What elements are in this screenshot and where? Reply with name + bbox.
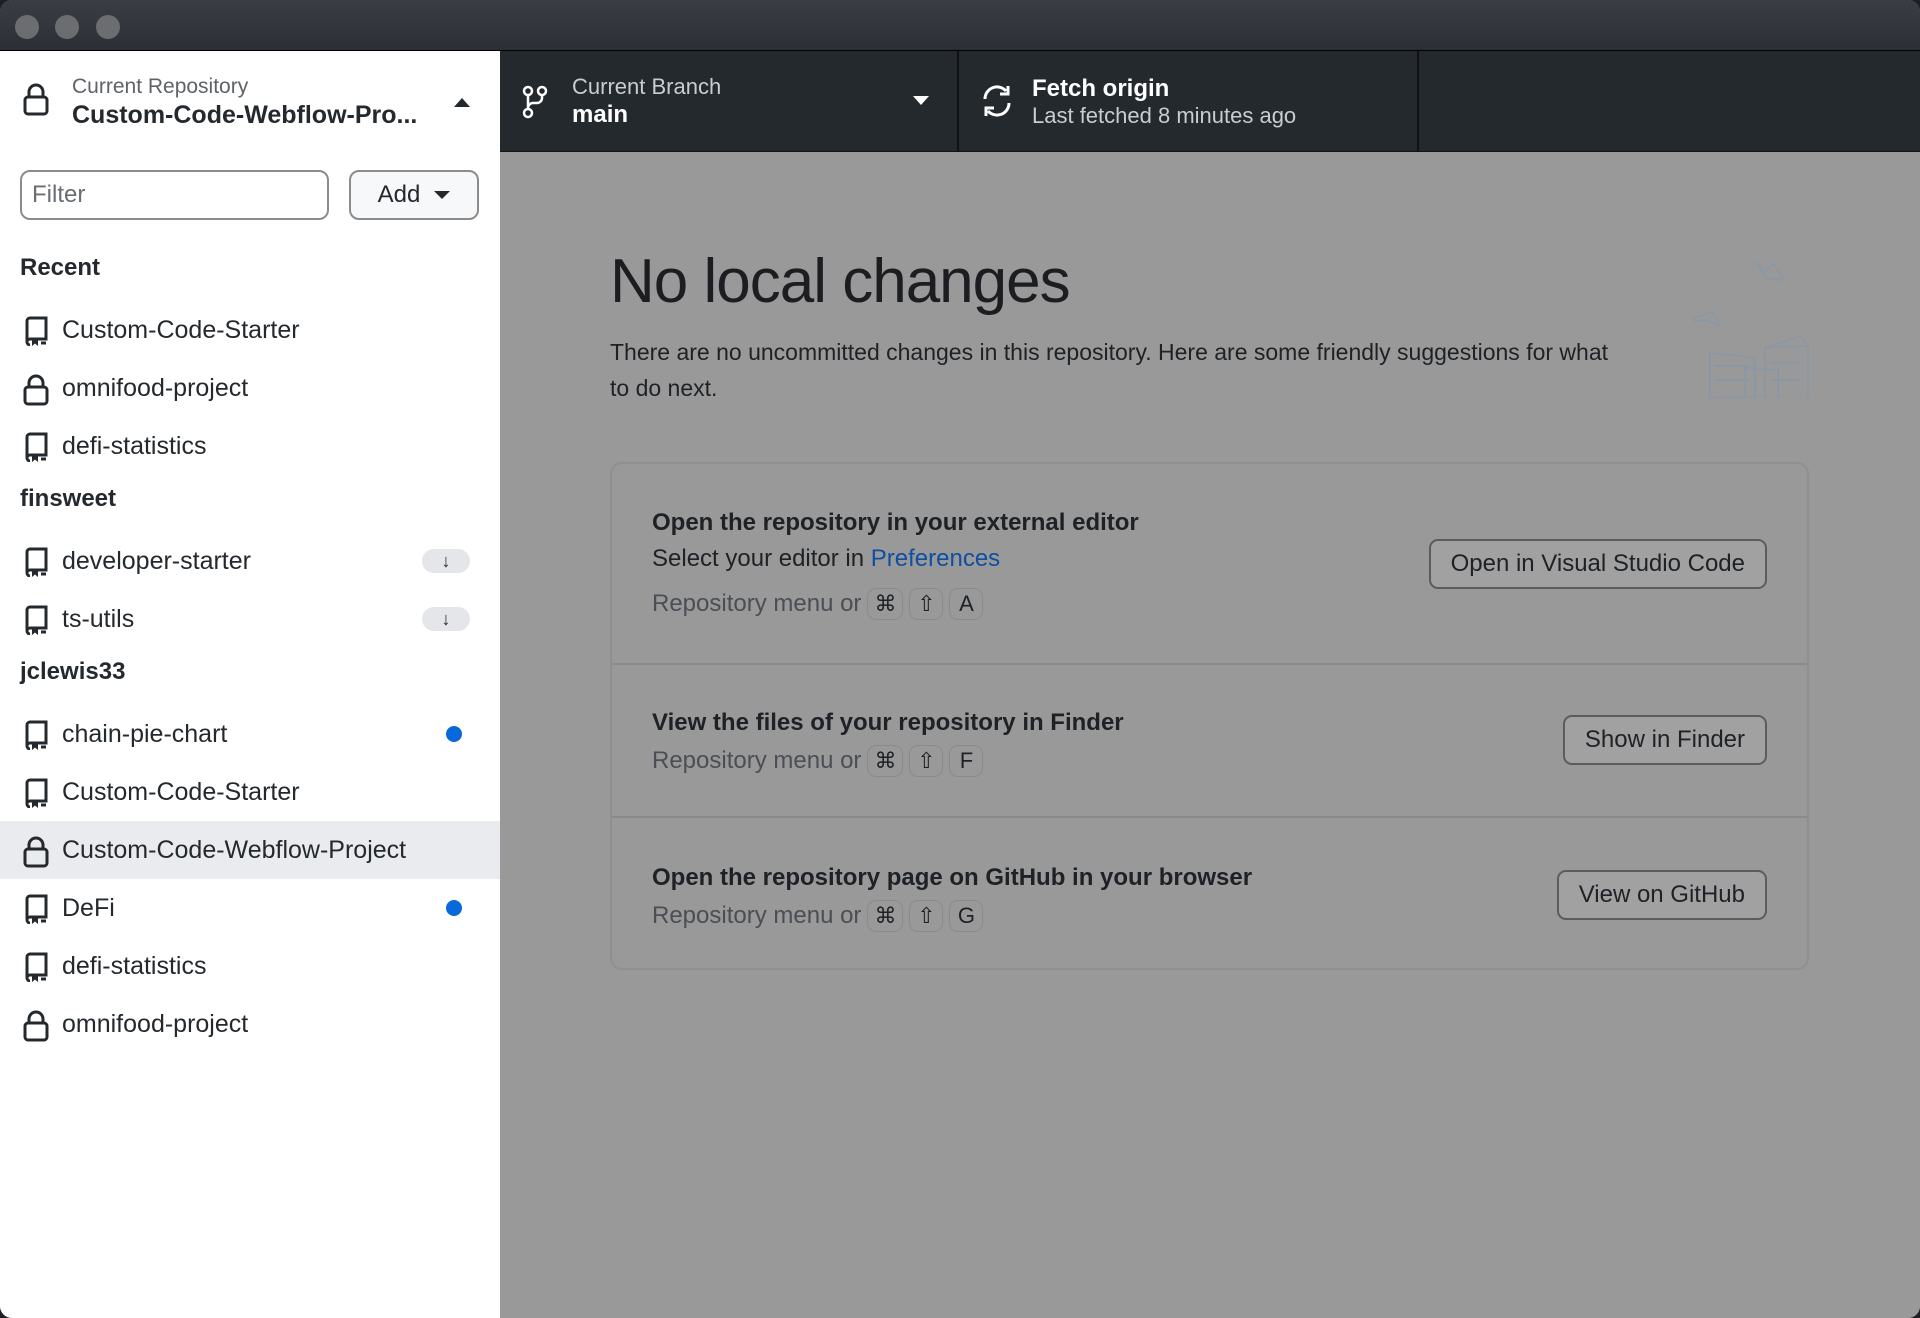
repository-list-item[interactable]: Custom-Code-Starter	[0, 763, 500, 821]
repository-name: defi-statistics	[62, 951, 207, 980]
open-in-editor-button[interactable]: Open in Visual Studio Code	[1428, 539, 1767, 589]
repo-icon	[22, 720, 50, 751]
changes-view: No local changes There are no uncommitte…	[500, 152, 1920, 1318]
repo-icon	[22, 952, 50, 983]
repository-name: developer-starter	[62, 546, 251, 575]
page-title: No local changes	[610, 247, 1071, 316]
fetch-origin-label: Fetch origin	[1032, 75, 1170, 102]
lock-icon	[22, 1010, 50, 1042]
repository-name: defi-statistics	[62, 431, 207, 460]
pull-available-badge: ↓	[422, 607, 470, 631]
lock-icon	[22, 374, 50, 406]
repository-name: Custom-Code-Starter	[62, 777, 300, 806]
lock-icon	[22, 836, 50, 868]
suggestion-subtitle: Select your editor in Preferences	[652, 545, 1000, 573]
preferences-link[interactable]: Preferences	[871, 545, 1000, 572]
minimize-window-button[interactable]	[55, 15, 79, 39]
lock-icon	[23, 83, 49, 116]
repo-icon	[22, 316, 50, 347]
repository-list-item[interactable]: Custom-Code-Webflow-Project	[0, 821, 500, 879]
caret-up-icon	[454, 98, 470, 107]
repository-list-item[interactable]: chain-pie-chart	[0, 705, 500, 763]
suggestion-show-in-finder: View the files of your repository in Fin…	[612, 665, 1807, 818]
repository-list-item[interactable]: ts-utils ↓	[0, 590, 500, 648]
repository-name: omnifood-project	[62, 1009, 249, 1038]
current-branch-label: Current Branch	[572, 74, 722, 99]
command-key: ⌘	[867, 588, 904, 620]
group-title: jclewis33	[20, 658, 126, 685]
last-fetched-text: Last fetched 8 minutes ago	[1032, 103, 1297, 128]
page-description: There are no uncommitted changes in this…	[610, 339, 1609, 401]
add-repository-button[interactable]: Add	[349, 170, 479, 220]
command-key: ⌘	[867, 745, 904, 777]
suggestions-card: Open the repository in your external edi…	[610, 462, 1809, 970]
repository-name: Custom-Code-Starter	[62, 315, 300, 344]
caret-down-icon	[913, 96, 929, 105]
shortcut-hint: Repository menu or ⌘ ⇧ F	[652, 745, 984, 777]
repo-icon	[22, 547, 50, 578]
repository-name: ts-utils	[62, 604, 135, 633]
git-branch-icon	[522, 85, 548, 119]
repository-list-item[interactable]: developer-starter ↓	[0, 532, 500, 590]
add-button-label: Add	[377, 181, 421, 208]
fetch-origin-button[interactable]: Fetch origin Last fetched 8 minutes ago	[960, 51, 1419, 151]
current-branch-button[interactable]: Current Branch main	[500, 51, 959, 151]
command-key: ⌘	[867, 900, 904, 932]
repo-icon	[22, 778, 50, 809]
repo-icon	[22, 894, 50, 925]
show-in-finder-button[interactable]: Show in Finder	[1562, 715, 1767, 765]
current-repository-label: Current Repository	[72, 75, 249, 98]
repository-name: DeFi	[62, 893, 115, 922]
filter-input[interactable]	[20, 170, 329, 220]
repository-name: omnifood-project	[62, 373, 249, 402]
shortcut-hint: Repository menu or ⌘ ⇧ A	[652, 588, 984, 620]
repository-list-item[interactable]: DeFi	[0, 879, 500, 937]
letter-key: F	[949, 745, 984, 777]
suggestion-subtitle-text: Select your editor in	[652, 545, 871, 572]
suggestion-title: Open the repository page on GitHub in yo…	[652, 864, 1253, 891]
current-repository-name: Custom-Code-Webflow-Pro...	[72, 101, 418, 129]
group-title: finsweet	[20, 485, 117, 512]
group-title: Recent	[20, 254, 101, 281]
app-window: Current Repository Custom-Code-Webflow-P…	[0, 0, 1920, 1318]
shift-key: ⇧	[909, 900, 944, 932]
toolbar: Current Branch main Fetch origin Last fe…	[500, 51, 1920, 152]
suggestion-title: View the files of your repository in Fin…	[652, 709, 1124, 736]
repository-name: Custom-Code-Webflow-Project	[62, 835, 407, 864]
shift-key: ⇧	[909, 588, 944, 620]
pull-available-badge: ↓	[422, 549, 470, 573]
repo-icon	[22, 432, 50, 463]
repository-list-item[interactable]: Custom-Code-Starter	[0, 301, 500, 359]
sync-icon	[983, 85, 1011, 117]
zoom-window-button[interactable]	[96, 15, 120, 39]
repository-name: chain-pie-chart	[62, 719, 228, 748]
repository-list-item[interactable]: omnifood-project	[0, 995, 500, 1053]
shortcut-hint-text: Repository menu or	[652, 747, 862, 774]
letter-key: G	[949, 900, 984, 932]
shortcut-hint-text: Repository menu or	[652, 902, 862, 929]
current-branch-name: main	[572, 101, 629, 128]
repository-list-item[interactable]: defi-statistics	[0, 937, 500, 995]
view-on-github-button[interactable]: View on GitHub	[1556, 870, 1767, 920]
suggestion-external-editor: Open the repository in your external edi…	[612, 464, 1807, 665]
suggestion-title: Open the repository in your external edi…	[652, 509, 1139, 536]
title-bar	[0, 0, 1920, 51]
empty-state-illustration	[1691, 261, 1810, 398]
repository-list-item[interactable]: omnifood-project	[0, 359, 500, 417]
repository-list-item[interactable]: defi-statistics	[0, 417, 500, 475]
suggestion-view-on-github: Open the repository page on GitHub in yo…	[612, 818, 1807, 968]
letter-key: A	[949, 588, 984, 620]
repo-icon	[22, 605, 50, 636]
close-window-button[interactable]	[15, 15, 39, 39]
changes-indicator-dot	[446, 726, 462, 742]
shortcut-hint-text: Repository menu or	[652, 590, 862, 617]
caret-down-icon	[434, 191, 451, 199]
changes-indicator-dot	[446, 900, 462, 916]
repository-sidebar: Current Repository Custom-Code-Webflow-P…	[0, 51, 500, 1318]
shortcut-hint: Repository menu or ⌘ ⇧ G	[652, 900, 984, 932]
shift-key: ⇧	[909, 745, 944, 777]
current-repository-toggle[interactable]: Current Repository Custom-Code-Webflow-P…	[0, 51, 500, 151]
